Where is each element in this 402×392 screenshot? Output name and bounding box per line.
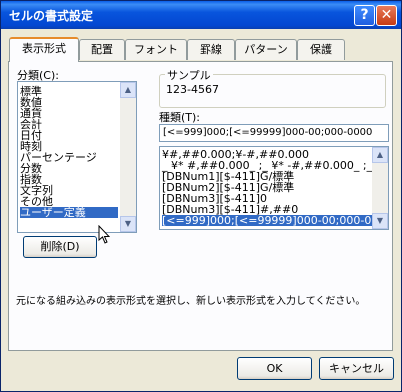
close-button[interactable]: ✕ [376,5,397,26]
category-scrollbar[interactable]: ▲ ▼ [120,82,136,232]
category-item-custom[interactable]: ユーザー定義 [20,207,118,218]
tab-alignment[interactable]: 配置 [79,39,125,60]
ok-button[interactable]: OK [237,357,312,380]
help-button[interactable]: ? [354,5,375,26]
tab-font[interactable]: フォント [125,39,187,60]
description-text: 元になる組み込みの表示形式を選択し、新しい表示形式を入力してください。 [16,296,366,307]
tab-number[interactable]: 表示形式 [9,37,79,62]
sample-value: 123-4567 [166,83,219,96]
dialog-title: セルの書式設定 [9,9,94,23]
type-label: 種類(T): [159,111,201,124]
cancel-button[interactable]: キャンセル [319,357,394,380]
scroll-up-icon[interactable]: ▲ [372,147,388,163]
number-tab-panel: 分類(C): 標準 数値 通貨 会計 日付 時刻 パーセンテージ 分数 指数 文… [8,61,393,351]
scroll-up-icon[interactable]: ▲ [120,82,136,98]
type-scrollbar[interactable]: ▲ ▼ [372,147,388,229]
mouse-pointer-icon [98,225,110,244]
type-listbox[interactable]: ¥#,##0.000;¥-#,##0.000 _ ¥* #,##0.000_ ;… [159,146,389,230]
tab-protection[interactable]: 保護 [297,39,345,60]
scroll-down-icon[interactable]: ▼ [120,216,136,232]
category-listbox[interactable]: 標準 数値 通貨 会計 日付 時刻 パーセンテージ 分数 指数 文字列 その他 … [17,81,137,233]
tab-border[interactable]: 罫線 [187,39,235,60]
type-item-selected[interactable]: [<=999]000;[<=99999]000-00;000-00 [162,215,378,226]
sample-label: サンプル [165,67,213,83]
title-bar: セルの書式設定 ? ✕ [1,1,401,29]
tab-patterns[interactable]: パターン [235,39,297,60]
scroll-down-icon[interactable]: ▼ [372,213,388,229]
delete-button[interactable]: 削除(D) [23,236,97,258]
format-cells-dialog: セルの書式設定 ? ✕ 表示形式 配置 フォント 罫線 パターン 保護 分類(C… [0,0,402,392]
type-input[interactable]: [<=999]000;[<=99999]000-00;000-0000 [159,124,389,142]
